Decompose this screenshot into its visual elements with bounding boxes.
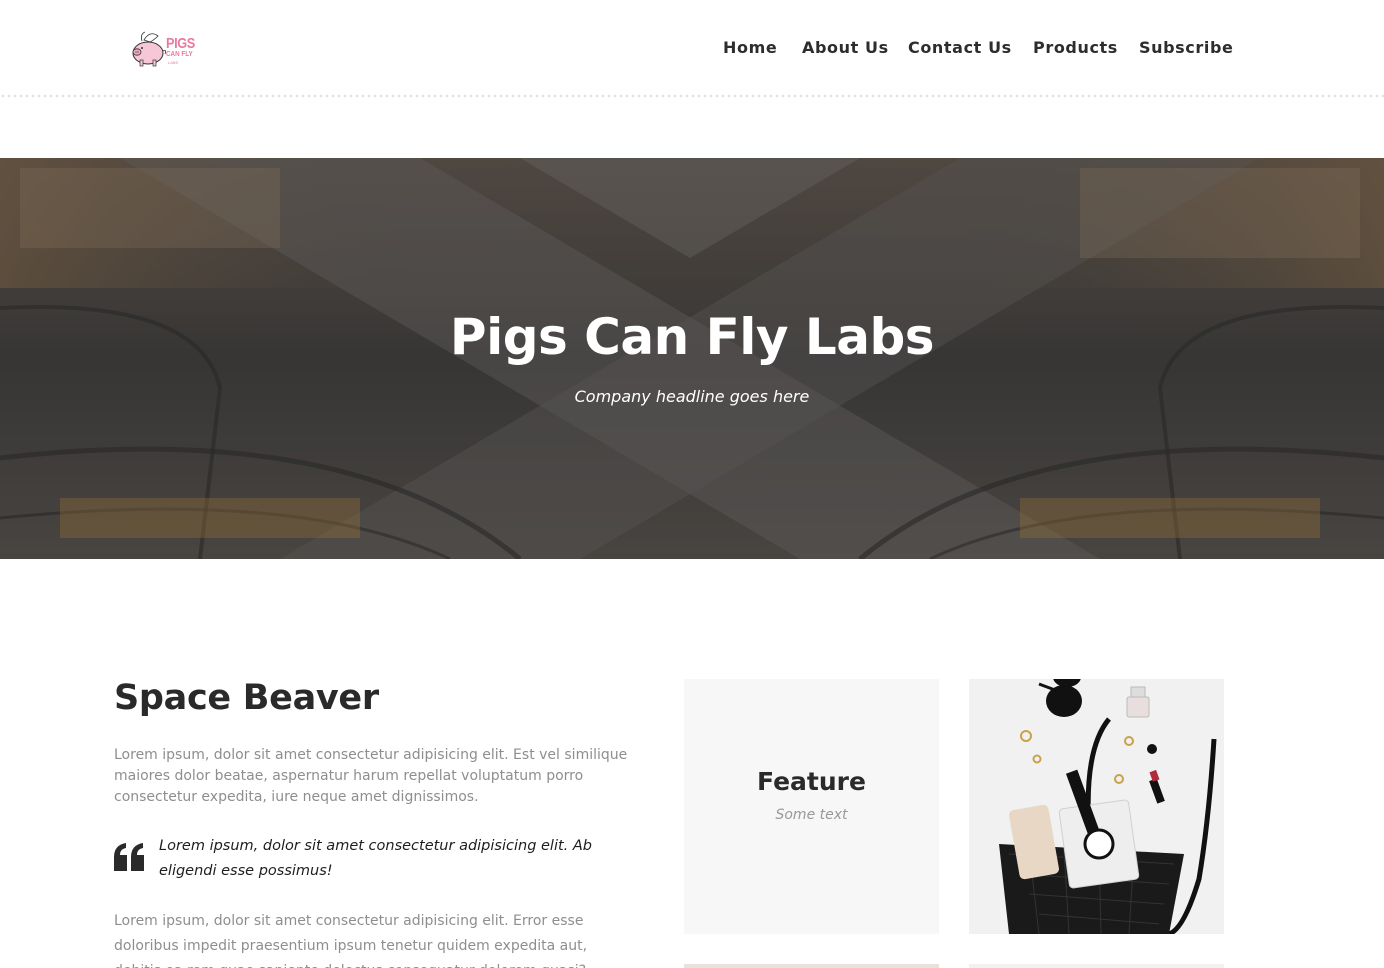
nav-about-us[interactable]: About Us [802, 38, 889, 57]
hero-subtitle: Company headline goes here [574, 387, 810, 406]
quote-text: Lorem ipsum, dolor sit amet consectetur … [159, 838, 593, 879]
handbag-flatlay-image [969, 679, 1224, 934]
site-logo[interactable]: PIGS CAN FLY LABS [128, 26, 204, 72]
section-title: Space Beaver [114, 678, 379, 718]
logo-line3: LABS [168, 60, 179, 65]
gallery-card-bottom-left[interactable] [684, 964, 939, 968]
product-photo[interactable] [969, 679, 1224, 934]
nav-products[interactable]: Products [1033, 38, 1118, 57]
feature-card[interactable]: Feature Some text [684, 679, 939, 934]
site-header: PIGS CAN FLY LABS Home About Us Contact … [0, 0, 1384, 96]
logo-line2: CAN FLY [166, 51, 193, 58]
body-paragraph: Lorem ipsum, dolor sit amet consectetur … [114, 913, 588, 968]
intro-paragraph: Lorem ipsum, dolor sit amet consectetur … [114, 747, 628, 805]
nav-contact-us[interactable]: Contact Us [908, 38, 1012, 57]
feature-title: Feature [757, 767, 866, 796]
quote-icon [114, 843, 144, 871]
nav-subscribe[interactable]: Subscribe [1139, 38, 1233, 57]
hero-title: Pigs Can Fly Labs [449, 308, 935, 366]
gallery-card-bottom-right[interactable] [969, 964, 1224, 968]
flying-pig-icon [132, 31, 167, 67]
header-divider [0, 94, 1384, 98]
nav-home[interactable]: Home [723, 38, 777, 57]
feature-subtitle: Some text [775, 807, 848, 823]
hero-banner: Pigs Can Fly Labs Company headline goes … [0, 158, 1384, 559]
logo-line1: PIGS [166, 35, 195, 52]
